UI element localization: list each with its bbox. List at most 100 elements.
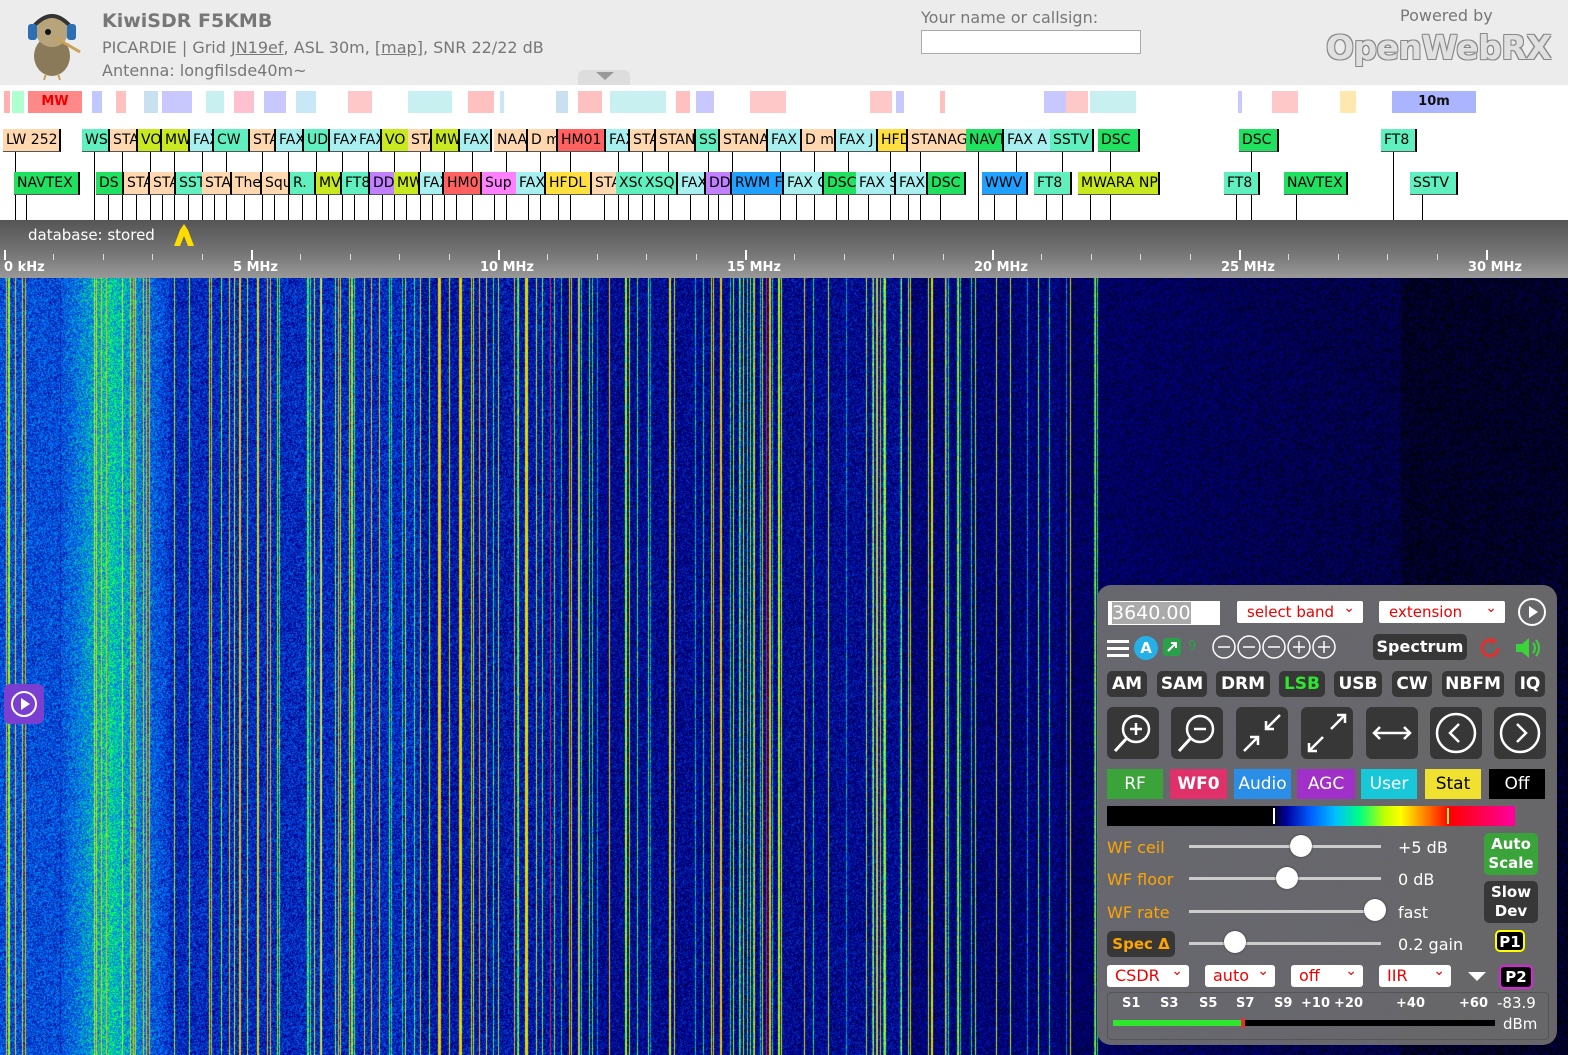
- mode-drm[interactable]: DRM: [1216, 671, 1270, 697]
- dx-label[interactable]: FAX: [356, 129, 382, 152]
- dx-label[interactable]: STA: [630, 129, 656, 152]
- tab-rf[interactable]: RF: [1107, 769, 1163, 799]
- dx-label[interactable]: MWARA NP: [1078, 172, 1160, 195]
- dx-label[interactable]: DD: [706, 172, 732, 195]
- dx-label[interactable]: D m: [528, 129, 558, 152]
- dx-label[interactable]: STA: [408, 129, 432, 152]
- dx-label[interactable]: DSC: [928, 172, 966, 195]
- band-segment[interactable]: [206, 91, 224, 113]
- dx-label[interactable]: FAX: [768, 129, 802, 152]
- csdr-dropdown[interactable]: CSDR: [1107, 960, 1189, 987]
- band-segment[interactable]: [144, 91, 158, 113]
- tuning-marker-icon[interactable]: [172, 224, 196, 246]
- band-segment[interactable]: [12, 91, 24, 113]
- preset-p1-button[interactable]: P1: [1495, 930, 1525, 952]
- openwebrx-logo[interactable]: OpenWebRX: [1326, 28, 1552, 67]
- band-segment[interactable]: [610, 91, 666, 113]
- zoom-in-max-icon[interactable]: [1301, 707, 1353, 759]
- dx-label[interactable]: FAX J: [836, 129, 878, 152]
- select-band-dropdown[interactable]: select band: [1237, 597, 1363, 623]
- dx-label[interactable]: CW: [214, 129, 250, 152]
- zoom-step-icons[interactable]: [1211, 634, 1341, 660]
- dx-label[interactable]: WSP: [82, 129, 110, 152]
- dx-label[interactable]: STA: [110, 129, 138, 152]
- band-segment[interactable]: [468, 91, 494, 113]
- dx-label[interactable]: STA: [250, 129, 276, 152]
- mode-sam[interactable]: SAM: [1157, 671, 1207, 697]
- wf-ceil-track[interactable]: [1189, 845, 1381, 848]
- mode-am[interactable]: AM: [1107, 671, 1147, 697]
- band-segment[interactable]: [696, 91, 714, 113]
- band-segment[interactable]: [162, 91, 192, 113]
- band-segment[interactable]: [896, 91, 904, 113]
- dx-label[interactable]: HFDL: [546, 172, 592, 195]
- map-link[interactable]: map: [381, 38, 417, 57]
- dx-label[interactable]: MW: [162, 129, 190, 152]
- wf-rate-track[interactable]: [1189, 910, 1381, 913]
- band-segment[interactable]: [116, 91, 126, 113]
- dx-label[interactable]: RWM F: [732, 172, 784, 195]
- wf-rate-slider[interactable]: [1364, 899, 1386, 921]
- dx-label[interactable]: FT8: [1381, 129, 1417, 152]
- dx-label[interactable]: VO: [138, 129, 162, 152]
- dx-label[interactable]: HM0: [444, 172, 482, 195]
- band-segment[interactable]: [92, 91, 102, 113]
- collapse-header-button[interactable]: [578, 70, 630, 85]
- band-segment[interactable]: [578, 91, 602, 113]
- dx-label[interactable]: MW: [432, 129, 460, 152]
- dx-label[interactable]: FT8: [1034, 172, 1072, 195]
- dx-label[interactable]: MW: [394, 172, 420, 195]
- tab-audio[interactable]: Audio: [1234, 769, 1291, 799]
- dx-label[interactable]: XSQ: [642, 172, 678, 195]
- dx-label[interactable]: Sup: [482, 172, 518, 195]
- dx-label[interactable]: NAVTEX: [1284, 172, 1348, 195]
- callsign-input[interactable]: [921, 30, 1141, 54]
- band-bar[interactable]: MW 10m: [0, 85, 1582, 120]
- dx-label[interactable]: Squ: [262, 172, 290, 195]
- spec-gain-track[interactable]: [1189, 942, 1381, 945]
- arrow-up-right-icon[interactable]: [1163, 638, 1181, 656]
- band-segment[interactable]: [750, 91, 786, 113]
- dx-label[interactable]: STANA: [720, 129, 768, 152]
- dx-label[interactable]: SSTV: [1410, 172, 1458, 195]
- dx-label[interactable]: STA: [124, 172, 150, 195]
- band-segment[interactable]: [1044, 91, 1066, 113]
- dx-label[interactable]: FAX: [516, 172, 546, 195]
- grid-link[interactable]: JN19ef: [231, 38, 284, 57]
- mode-usb[interactable]: USB: [1334, 671, 1382, 697]
- dx-label[interactable]: SS: [696, 129, 720, 152]
- band-10m[interactable]: 10m: [1392, 91, 1476, 113]
- dx-label[interactable]: VO: [382, 129, 410, 152]
- dx-label[interactable]: NAA: [494, 129, 528, 152]
- band-segment[interactable]: [556, 91, 568, 113]
- off-dropdown[interactable]: off: [1291, 960, 1363, 987]
- dx-label[interactable]: DSC: [824, 172, 858, 195]
- tab-agc[interactable]: AGC: [1297, 769, 1355, 799]
- tab-wf0[interactable]: WF0: [1170, 769, 1227, 799]
- dx-label[interactable]: FAX C: [784, 172, 824, 195]
- band-segment[interactable]: [1090, 91, 1136, 113]
- dx-label[interactable]: FT8: [1224, 172, 1260, 195]
- slow-dev-button[interactable]: Slow Dev: [1484, 881, 1538, 923]
- dx-label[interactable]: R.: [290, 172, 316, 195]
- band-segment[interactable]: [1340, 91, 1356, 113]
- triangle-down-icon[interactable]: [1468, 972, 1486, 981]
- band-segment[interactable]: [1066, 91, 1088, 113]
- spectrum-button[interactable]: Spectrum: [1373, 634, 1467, 660]
- extension-dropdown[interactable]: extension: [1379, 597, 1505, 623]
- tab-user[interactable]: User: [1361, 769, 1417, 799]
- dx-label[interactable]: WWV: [982, 172, 1028, 195]
- band-segment[interactable]: [1272, 91, 1298, 113]
- band-segment[interactable]: [870, 91, 892, 113]
- spec-delta-button[interactable]: Spec Δ: [1107, 931, 1175, 957]
- dx-label[interactable]: FAX: [190, 129, 214, 152]
- spec-gain-slider[interactable]: [1224, 931, 1246, 953]
- refresh-icon[interactable]: [1477, 635, 1503, 661]
- zoom-out-icon[interactable]: [1171, 707, 1223, 759]
- band-mw[interactable]: MW: [28, 91, 82, 113]
- dx-label[interactable]: FAX: [460, 129, 492, 152]
- dx-label[interactable]: STANAG: [908, 129, 968, 152]
- dx-label[interactable]: DSC: [1098, 129, 1140, 152]
- band-segment[interactable]: [940, 91, 945, 113]
- preset-p2-button[interactable]: P2: [1499, 965, 1533, 989]
